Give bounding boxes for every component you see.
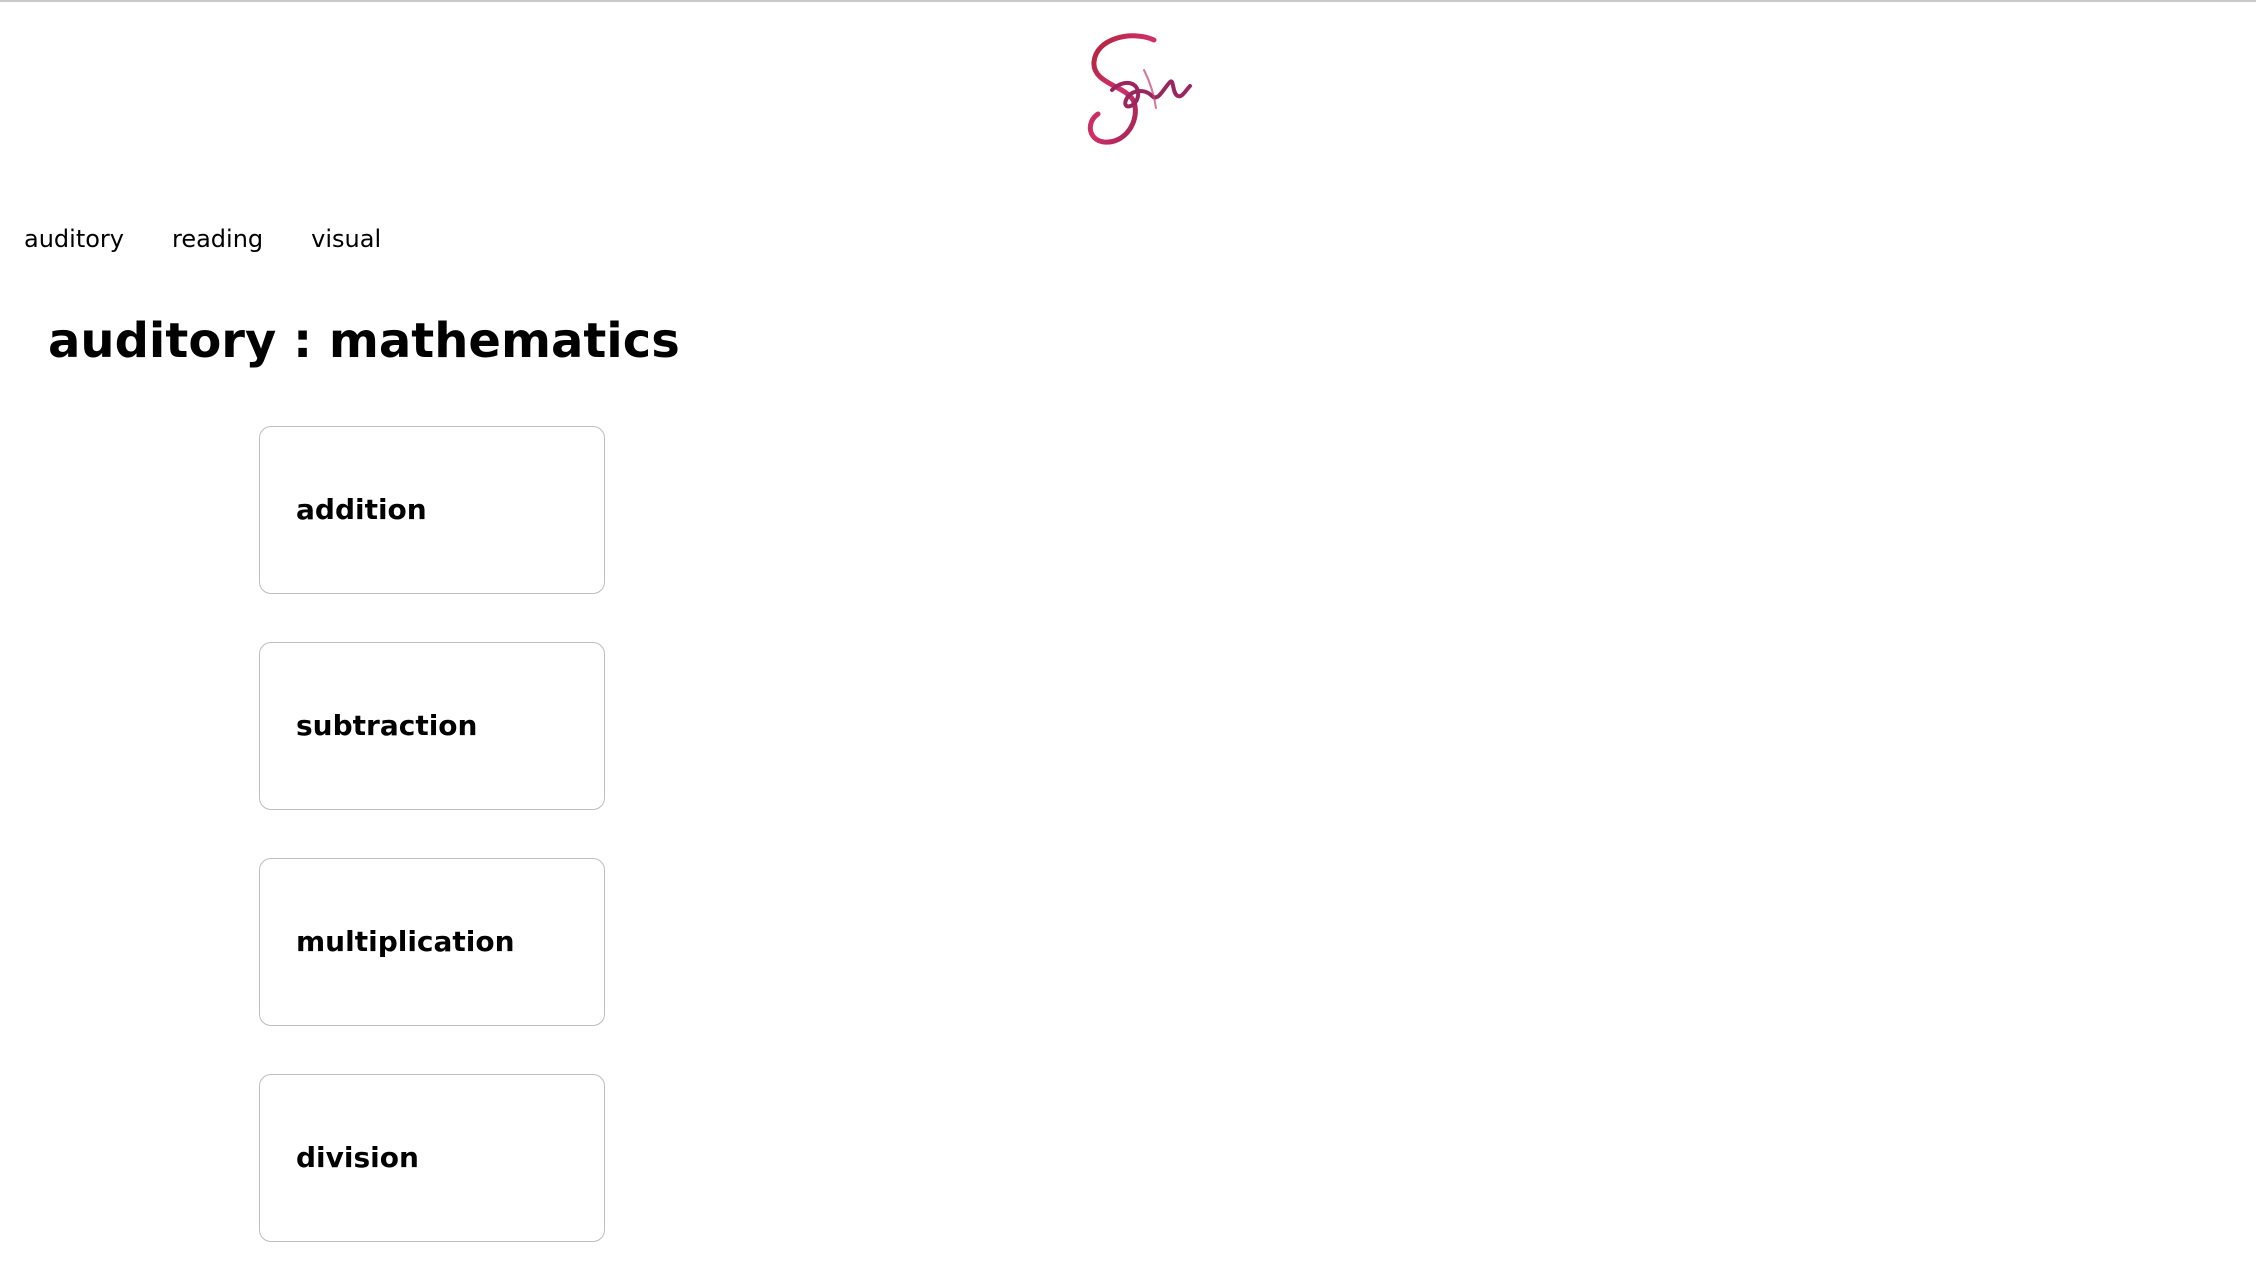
page-title: auditory : mathematics (48, 313, 680, 369)
topic-card-addition[interactable]: addition (259, 426, 605, 594)
topic-label: addition (296, 493, 427, 526)
topic-label: multiplication (296, 925, 515, 958)
topic-card-multiplication[interactable]: multiplication (259, 858, 605, 1026)
nav-item-reading[interactable]: reading (172, 222, 263, 256)
nav-item-auditory[interactable]: auditory (24, 222, 124, 256)
topic-card-division[interactable]: division (259, 1074, 605, 1242)
main-nav: auditory reading visual (24, 222, 429, 256)
topic-label: subtraction (296, 709, 478, 742)
page: auditory reading visual auditory : mathe… (0, 0, 2256, 1278)
topic-label: division (296, 1141, 419, 1174)
topic-card-subtraction[interactable]: subtraction (259, 642, 605, 810)
nav-item-visual[interactable]: visual (311, 222, 381, 256)
topic-list: addition subtraction multiplication divi… (259, 426, 605, 1278)
site-logo-icon[interactable] (1082, 30, 1192, 155)
top-divider (0, 0, 2256, 2)
